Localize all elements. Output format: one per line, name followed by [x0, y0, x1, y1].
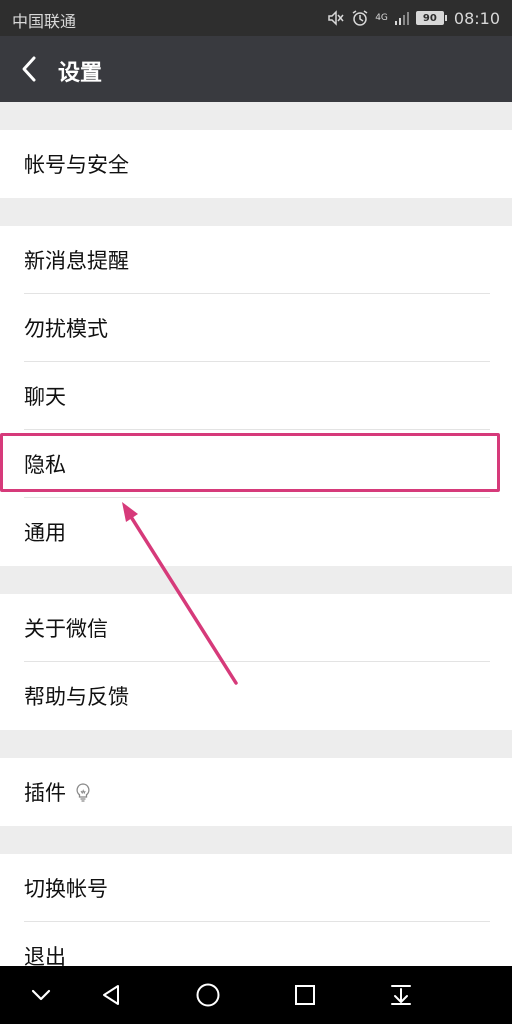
status-bar: 中国联通 4G 90 08:10: [0, 0, 512, 36]
settings-item-privacy[interactable]: 隐私: [0, 430, 512, 498]
settings-item-help-feedback[interactable]: 帮助与反馈: [0, 662, 512, 730]
chevron-down-icon: [31, 989, 51, 1001]
battery-indicator: 90: [415, 11, 447, 25]
nav-home-button[interactable]: [193, 980, 223, 1010]
pull-down-icon: [391, 985, 411, 1005]
back-button[interactable]: [14, 54, 44, 84]
settings-item-plugins[interactable]: 插件: [0, 758, 512, 826]
title-bar: 设置: [0, 36, 512, 102]
mute-icon: [327, 9, 345, 27]
section-gap: [0, 566, 512, 594]
settings-group-plugins: 插件: [0, 758, 512, 826]
hide-nav-button[interactable]: [26, 980, 56, 1010]
network-type: 4G: [375, 12, 388, 23]
settings-group-about: 关于微信 帮助与反馈: [0, 594, 512, 730]
settings-item-account-security[interactable]: 帐号与安全: [0, 130, 512, 198]
nav-recents-button[interactable]: [290, 980, 320, 1010]
signal-icon: [394, 10, 410, 26]
clock: 08:10: [453, 8, 500, 28]
navigation-bar: [0, 966, 512, 1024]
carrier-name: 中国联通: [12, 12, 77, 31]
lightbulb-icon: [74, 782, 92, 802]
section-gap: [0, 730, 512, 758]
section-gap: [0, 826, 512, 854]
section-gap: [0, 198, 512, 226]
triangle-back-icon: [103, 985, 119, 1005]
settings-group-general: 新消息提醒 勿扰模式 聊天 隐私 通用: [0, 226, 512, 566]
settings-item-do-not-disturb[interactable]: 勿扰模式: [0, 294, 512, 362]
settings-item-switch-account[interactable]: 切换帐号: [0, 854, 512, 922]
settings-list: 帐号与安全 新消息提醒 勿扰模式 聊天 隐私 通用 关于微信 帮助与反馈 插件 …: [0, 102, 512, 990]
nav-notification-button[interactable]: [386, 980, 416, 1010]
settings-item-notifications[interactable]: 新消息提醒: [0, 226, 512, 294]
alarm-icon: [351, 9, 369, 27]
nav-back-button[interactable]: [96, 980, 126, 1010]
section-gap: [0, 102, 512, 130]
settings-item-general[interactable]: 通用: [0, 498, 512, 566]
settings-group-account: 帐号与安全: [0, 130, 512, 198]
square-recents-icon: [295, 985, 315, 1005]
page-title: 设置: [58, 61, 103, 86]
status-icons: 4G 90 08:10: [327, 7, 500, 29]
settings-item-about-wechat[interactable]: 关于微信: [0, 594, 512, 662]
chevron-left-icon: [22, 56, 36, 82]
circle-home-icon: [196, 983, 220, 1007]
settings-item-chat[interactable]: 聊天: [0, 362, 512, 430]
